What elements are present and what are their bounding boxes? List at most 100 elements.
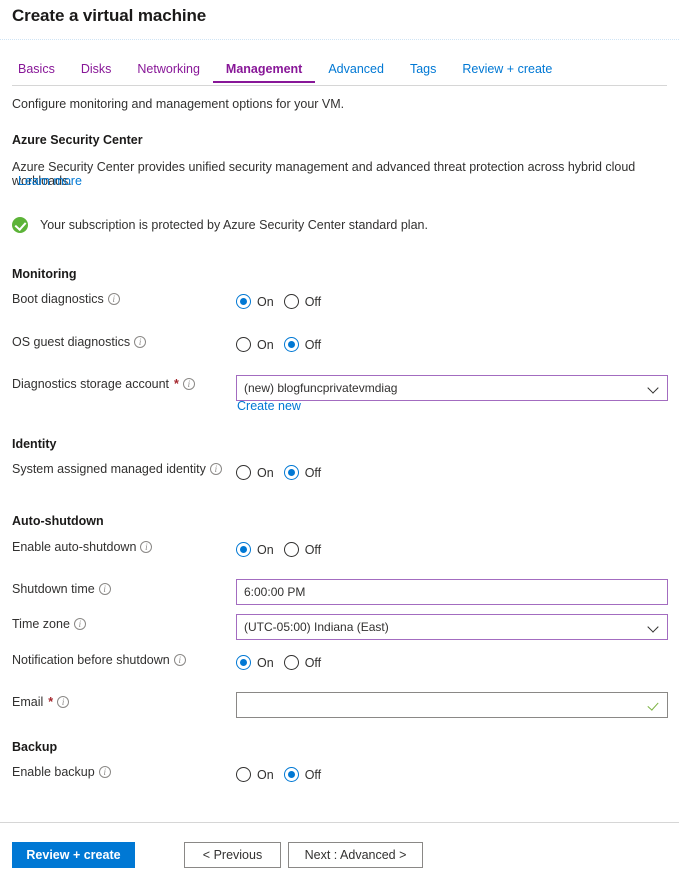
enable-auto-shutdown-off-option[interactable]: Off <box>283 542 322 557</box>
notification-off-label: Off <box>304 655 322 670</box>
security-center-heading: Azure Security Center <box>12 133 143 147</box>
required-asterisk: * <box>48 695 54 709</box>
wizard-tabs: Basics Disks Networking Management Advan… <box>12 62 565 83</box>
notification-on-option[interactable]: On <box>236 655 274 670</box>
system-assigned-identity-on-option[interactable]: On <box>236 465 274 480</box>
info-icon[interactable]: i <box>209 463 222 475</box>
enable-auto-shutdown-on-option[interactable]: On <box>236 542 274 557</box>
security-center-description: Azure Security Center provides unified s… <box>12 160 636 188</box>
enable-auto-shutdown-label-text: Enable auto-shutdown <box>12 540 137 554</box>
radio-icon-on[interactable] <box>236 542 251 557</box>
system-assigned-identity-radio-group: On Off <box>236 465 321 480</box>
boot-diagnostics-label: Boot diagnostics i <box>12 292 120 306</box>
radio-icon-off[interactable] <box>283 542 299 557</box>
system-assigned-identity-off-label: Off <box>304 465 322 480</box>
enable-backup-label: Enable backup i <box>12 765 111 779</box>
enable-backup-on-option[interactable]: On <box>236 767 274 782</box>
time-zone-value: (UTC-05:00) Indiana (East) <box>244 620 389 634</box>
notification-off-option[interactable]: Off <box>283 655 322 670</box>
os-guest-diagnostics-on-label: On <box>257 337 274 352</box>
chevron-down-icon[interactable] <box>649 622 660 633</box>
next-advanced-button[interactable]: Next : Advanced > <box>288 842 423 868</box>
security-center-status-text: Your subscription is protected by Azure … <box>40 218 428 232</box>
tab-networking[interactable]: Networking <box>124 62 213 83</box>
monitoring-group-title: Monitoring <box>12 267 77 281</box>
enable-auto-shutdown-on-label: On <box>257 542 274 557</box>
create-vm-page: Create a virtual machine Basics Disks Ne… <box>0 0 679 877</box>
shutdown-time-label-text: Shutdown time <box>12 582 95 596</box>
system-assigned-identity-off-option[interactable]: Off <box>283 465 322 480</box>
os-guest-diagnostics-label-text: OS guest diagnostics <box>12 335 131 349</box>
info-icon[interactable]: i <box>98 766 111 778</box>
os-guest-diagnostics-label: OS guest diagnostics i <box>12 335 147 349</box>
system-assigned-identity-on-label: On <box>257 465 274 480</box>
enable-backup-label-text: Enable backup <box>12 765 95 779</box>
previous-button[interactable]: < Previous <box>184 842 281 868</box>
create-new-storage-link[interactable]: Create new <box>237 399 301 413</box>
shutdown-time-input[interactable]: 6:00:00 PM <box>236 579 668 605</box>
boot-diagnostics-on-option[interactable]: On <box>236 294 274 309</box>
radio-icon-off[interactable] <box>283 767 299 782</box>
time-zone-select[interactable]: (UTC-05:00) Indiana (East) <box>236 614 668 640</box>
success-check-icon <box>12 217 28 233</box>
chevron-down-icon[interactable] <box>649 383 660 394</box>
info-icon[interactable]: i <box>107 293 120 305</box>
enable-backup-off-option[interactable]: Off <box>283 767 321 782</box>
radio-icon-off[interactable] <box>283 337 299 352</box>
tab-review-create[interactable]: Review + create <box>449 62 565 83</box>
radio-icon-on[interactable] <box>236 767 251 782</box>
email-field[interactable] <box>236 692 668 718</box>
review-create-button[interactable]: Review + create <box>12 842 135 868</box>
diagnostics-storage-account-label-text: Diagnostics storage account <box>12 377 170 391</box>
os-guest-diagnostics-radio-group: On Off <box>236 337 321 352</box>
tab-management[interactable]: Management <box>212 62 316 83</box>
info-icon[interactable]: i <box>134 336 147 348</box>
boot-diagnostics-off-label: Off <box>304 294 322 309</box>
os-guest-diagnostics-off-option[interactable]: Off <box>283 337 321 352</box>
shutdown-time-label: Shutdown time i <box>12 582 111 596</box>
tab-basics[interactable]: Basics <box>12 62 68 83</box>
diagnostics-storage-account-label: Diagnostics storage account * i <box>12 377 195 391</box>
security-center-status: Your subscription is protected by Azure … <box>12 217 428 233</box>
page-description: Configure monitoring and management opti… <box>12 97 345 111</box>
radio-icon-off[interactable] <box>283 465 299 480</box>
valid-check-icon <box>647 700 660 711</box>
diagnostics-storage-account-select[interactable]: (new) blogfuncprivatevmdiag <box>236 375 668 401</box>
boot-diagnostics-label-text: Boot diagnostics <box>12 292 104 306</box>
tab-tags[interactable]: Tags <box>397 62 449 83</box>
enable-auto-shutdown-label: Enable auto-shutdown i <box>12 540 153 554</box>
enable-backup-radio-group: On Off <box>236 767 321 782</box>
os-guest-diagnostics-on-option[interactable]: On <box>236 337 274 352</box>
radio-icon-off[interactable] <box>283 655 299 670</box>
enable-backup-on-label: On <box>257 767 274 782</box>
radio-icon-on[interactable] <box>236 294 251 309</box>
tabs-divider <box>12 85 667 86</box>
info-icon[interactable]: i <box>182 378 195 390</box>
system-assigned-identity-label-text: System assigned managed identity <box>12 462 206 476</box>
boot-diagnostics-on-label: On <box>257 294 274 309</box>
info-icon[interactable]: i <box>140 541 153 553</box>
info-icon[interactable]: i <box>57 696 70 708</box>
notification-on-label: On <box>257 655 274 670</box>
system-assigned-identity-label: System assigned managed identity i <box>12 462 222 476</box>
radio-icon-on[interactable] <box>236 465 251 480</box>
radio-icon-off[interactable] <box>283 294 299 309</box>
notification-before-shutdown-label: Notification before shutdown i <box>12 653 186 667</box>
email-label: Email * i <box>12 695 70 709</box>
notification-before-shutdown-label-text: Notification before shutdown <box>12 653 170 667</box>
enable-auto-shutdown-off-label: Off <box>304 542 322 557</box>
radio-icon-on[interactable] <box>236 337 251 352</box>
required-asterisk: * <box>174 377 179 391</box>
notification-before-shutdown-radio-group: On Off <box>236 655 321 670</box>
info-icon[interactable]: i <box>173 654 186 666</box>
tab-advanced[interactable]: Advanced <box>315 62 397 83</box>
learn-more-link[interactable]: Learn more <box>18 174 82 188</box>
boot-diagnostics-off-option[interactable]: Off <box>283 294 322 309</box>
radio-icon-on[interactable] <box>236 655 251 670</box>
tab-disks[interactable]: Disks <box>68 62 125 83</box>
info-icon[interactable]: i <box>73 618 86 630</box>
backup-group-title: Backup <box>12 740 58 754</box>
time-zone-label-text: Time zone <box>12 617 70 631</box>
email-label-text: Email <box>12 695 44 709</box>
info-icon[interactable]: i <box>98 583 111 595</box>
